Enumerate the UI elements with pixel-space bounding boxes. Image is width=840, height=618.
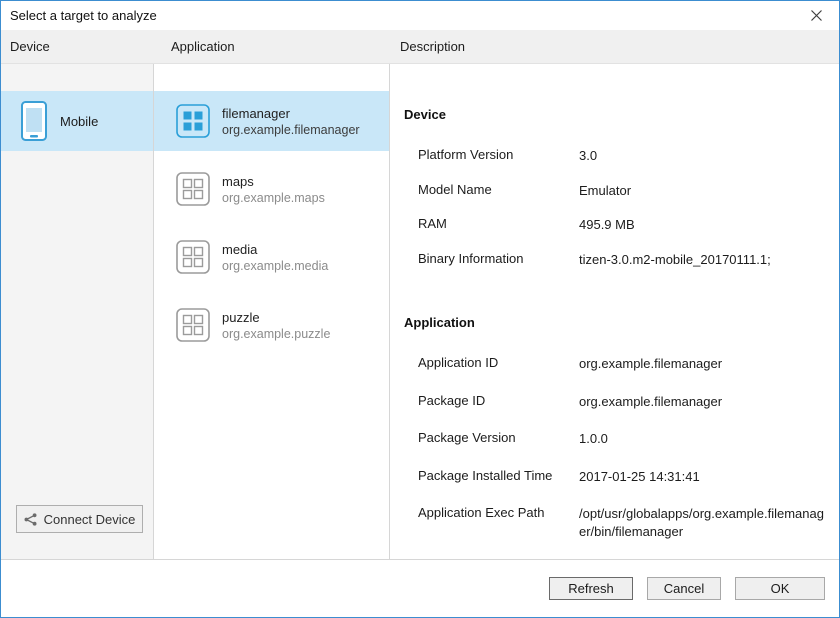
ok-button[interactable]: OK (735, 577, 825, 600)
description-panel: Device Platform Version 3.0 Model Name E… (390, 64, 839, 559)
info-value: /opt/usr/globalapps/org.example.filemana… (579, 505, 825, 540)
select-target-dialog: Select a target to analyze Device Applic… (0, 0, 840, 618)
app-item-texts: maps org.example.maps (222, 174, 325, 205)
info-row: Package Version 1.0.0 (418, 430, 825, 448)
app-item-maps[interactable]: maps org.example.maps (154, 159, 389, 219)
device-panel: Mobile Connect Device (1, 64, 154, 559)
info-row: Model Name Emulator (418, 182, 825, 200)
cancel-button[interactable]: Cancel (647, 577, 721, 600)
info-value: 2017-01-25 14:31:41 (579, 468, 825, 486)
info-row: RAM 495.9 MB (418, 216, 825, 234)
column-header-device: Device (1, 39, 154, 54)
column-header-row: Device Application Description (1, 30, 839, 64)
titlebar: Select a target to analyze (1, 1, 839, 30)
info-value: Emulator (579, 182, 825, 200)
info-value: org.example.filemanager (579, 393, 825, 411)
column-header-application: Application (154, 39, 390, 54)
info-label: Package Installed Time (418, 468, 579, 486)
info-label: Application ID (418, 355, 579, 373)
app-grid-icon (176, 308, 210, 342)
info-value: tizen-3.0.m2-mobile_20170111.1; (579, 251, 825, 269)
info-label: Application Exec Path (418, 505, 579, 540)
app-name: maps (222, 174, 325, 189)
info-value: 495.9 MB (579, 216, 825, 234)
info-value: 3.0 (579, 147, 825, 165)
device-item-label: Mobile (60, 114, 98, 129)
info-value: 1.0.0 (579, 430, 825, 448)
app-item-texts: puzzle org.example.puzzle (222, 310, 330, 341)
app-package: org.example.media (222, 259, 328, 273)
connect-device-label: Connect Device (44, 512, 136, 527)
info-label: RAM (418, 216, 579, 234)
info-label: Package ID (418, 393, 579, 411)
app-package: org.example.maps (222, 191, 325, 205)
refresh-button[interactable]: Refresh (549, 577, 633, 600)
app-item-filemanager[interactable]: filemanager org.example.filemanager (154, 91, 389, 151)
info-row: Platform Version 3.0 (418, 147, 825, 165)
info-label: Binary Information (418, 251, 579, 269)
info-row: Application Exec Path /opt/usr/globalapp… (418, 505, 825, 540)
connect-device-button[interactable]: Connect Device (16, 505, 143, 533)
app-item-texts: media org.example.media (222, 242, 328, 273)
section-title-application: Application (404, 315, 825, 330)
app-name: puzzle (222, 310, 330, 325)
application-panel: filemanager org.example.filemanager maps (154, 64, 390, 559)
device-item-mobile[interactable]: Mobile (1, 91, 153, 151)
device-info-rows: Platform Version 3.0 Model Name Emulator… (418, 147, 825, 268)
app-grid-icon (176, 104, 210, 138)
close-icon (811, 10, 822, 21)
info-row: Package ID org.example.filemanager (418, 393, 825, 411)
close-button[interactable] (794, 1, 839, 30)
app-package: org.example.puzzle (222, 327, 330, 341)
info-row: Binary Information tizen-3.0.m2-mobile_2… (418, 251, 825, 269)
app-grid-icon (176, 240, 210, 274)
app-grid-icon (176, 172, 210, 206)
dialog-title: Select a target to analyze (10, 8, 157, 23)
info-row: Package Installed Time 2017-01-25 14:31:… (418, 468, 825, 486)
info-value: org.example.filemanager (579, 355, 825, 373)
app-item-puzzle[interactable]: puzzle org.example.puzzle (154, 295, 389, 355)
app-item-media[interactable]: media org.example.media (154, 227, 389, 287)
app-name: filemanager (222, 106, 360, 121)
info-row: Application ID org.example.filemanager (418, 355, 825, 373)
dialog-body: Mobile Connect Device (1, 64, 839, 559)
app-name: media (222, 242, 328, 257)
app-item-texts: filemanager org.example.filemanager (222, 106, 360, 137)
column-header-description: Description (390, 39, 839, 54)
application-info-rows: Application ID org.example.filemanager P… (418, 355, 825, 540)
app-package: org.example.filemanager (222, 123, 360, 137)
connect-device-icon (24, 513, 37, 526)
mobile-phone-icon (21, 101, 47, 141)
info-label: Platform Version (418, 147, 579, 165)
section-title-device: Device (404, 107, 825, 122)
info-label: Package Version (418, 430, 579, 448)
info-label: Model Name (418, 182, 579, 200)
footer-button-bar: Refresh Cancel OK (1, 559, 839, 617)
